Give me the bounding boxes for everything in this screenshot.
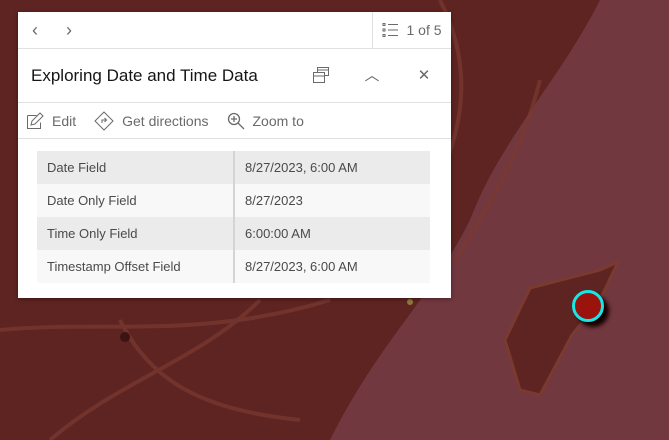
field-value: 6:00:00 AM [245, 226, 311, 241]
table-row: Date Only Field 8/27/2023 [37, 184, 430, 217]
feature-popup: ‹ › 1 of 5 Exploring Date and Time Data … [18, 12, 451, 298]
popup-header: Exploring Date and Time Data ︿ ✕ [18, 49, 451, 103]
table-row: Date Field 8/27/2023, 6:00 AM [37, 151, 430, 184]
directions-icon [94, 110, 114, 131]
dock-icon [313, 67, 329, 83]
close-button[interactable]: ✕ [414, 66, 434, 86]
table-row: Time Only Field 6:00:00 AM [37, 217, 430, 250]
get-directions-button[interactable]: Get directions [94, 110, 209, 131]
zoom-to-button[interactable]: Zoom to [227, 112, 304, 130]
list-icon [382, 23, 399, 37]
field-name: Time Only Field [37, 217, 235, 250]
edit-button[interactable]: Edit [26, 111, 77, 130]
zoom-to-label: Zoom to [252, 112, 304, 129]
popup-actions: Edit Get directions Zoom to [18, 103, 451, 139]
attribute-table: Date Field 8/27/2023, 6:00 AM Date Only F… [37, 151, 430, 283]
table-row: Timestamp Offset Field 8/27/2023, 6:00 AM [37, 250, 430, 283]
field-value: 8/27/2023 [245, 193, 303, 208]
edit-label: Edit [52, 112, 77, 129]
chevron-up-icon: ︿ [364, 67, 380, 84]
field-value: 8/27/2023, 6:00 AM [245, 160, 358, 175]
zoom-in-icon [227, 112, 244, 129]
previous-feature-button[interactable]: ‹ [25, 20, 45, 40]
get-directions-label: Get directions [122, 112, 209, 129]
feature-list-button[interactable]: 1 of 5 [372, 12, 451, 48]
selected-feature-marker[interactable] [572, 290, 604, 322]
next-feature-button[interactable]: › [59, 20, 79, 40]
pager-text: 1 of 5 [406, 22, 442, 38]
close-icon: ✕ [417, 67, 431, 84]
popup-title: Exploring Date and Time Data [31, 66, 258, 85]
dock-button[interactable] [311, 66, 331, 86]
popup-nav-bar: ‹ › 1 of 5 [18, 12, 451, 49]
field-name: Date Field [37, 151, 235, 184]
field-value: 8/27/2023, 6:00 AM [245, 259, 358, 274]
field-name: Date Only Field [37, 184, 235, 217]
chevron-left-icon: ‹ [32, 20, 38, 40]
collapse-button[interactable]: ︿ [362, 66, 382, 86]
field-name: Timestamp Offset Field [37, 250, 235, 283]
edit-icon [27, 111, 44, 129]
chevron-right-icon: › [66, 20, 72, 40]
